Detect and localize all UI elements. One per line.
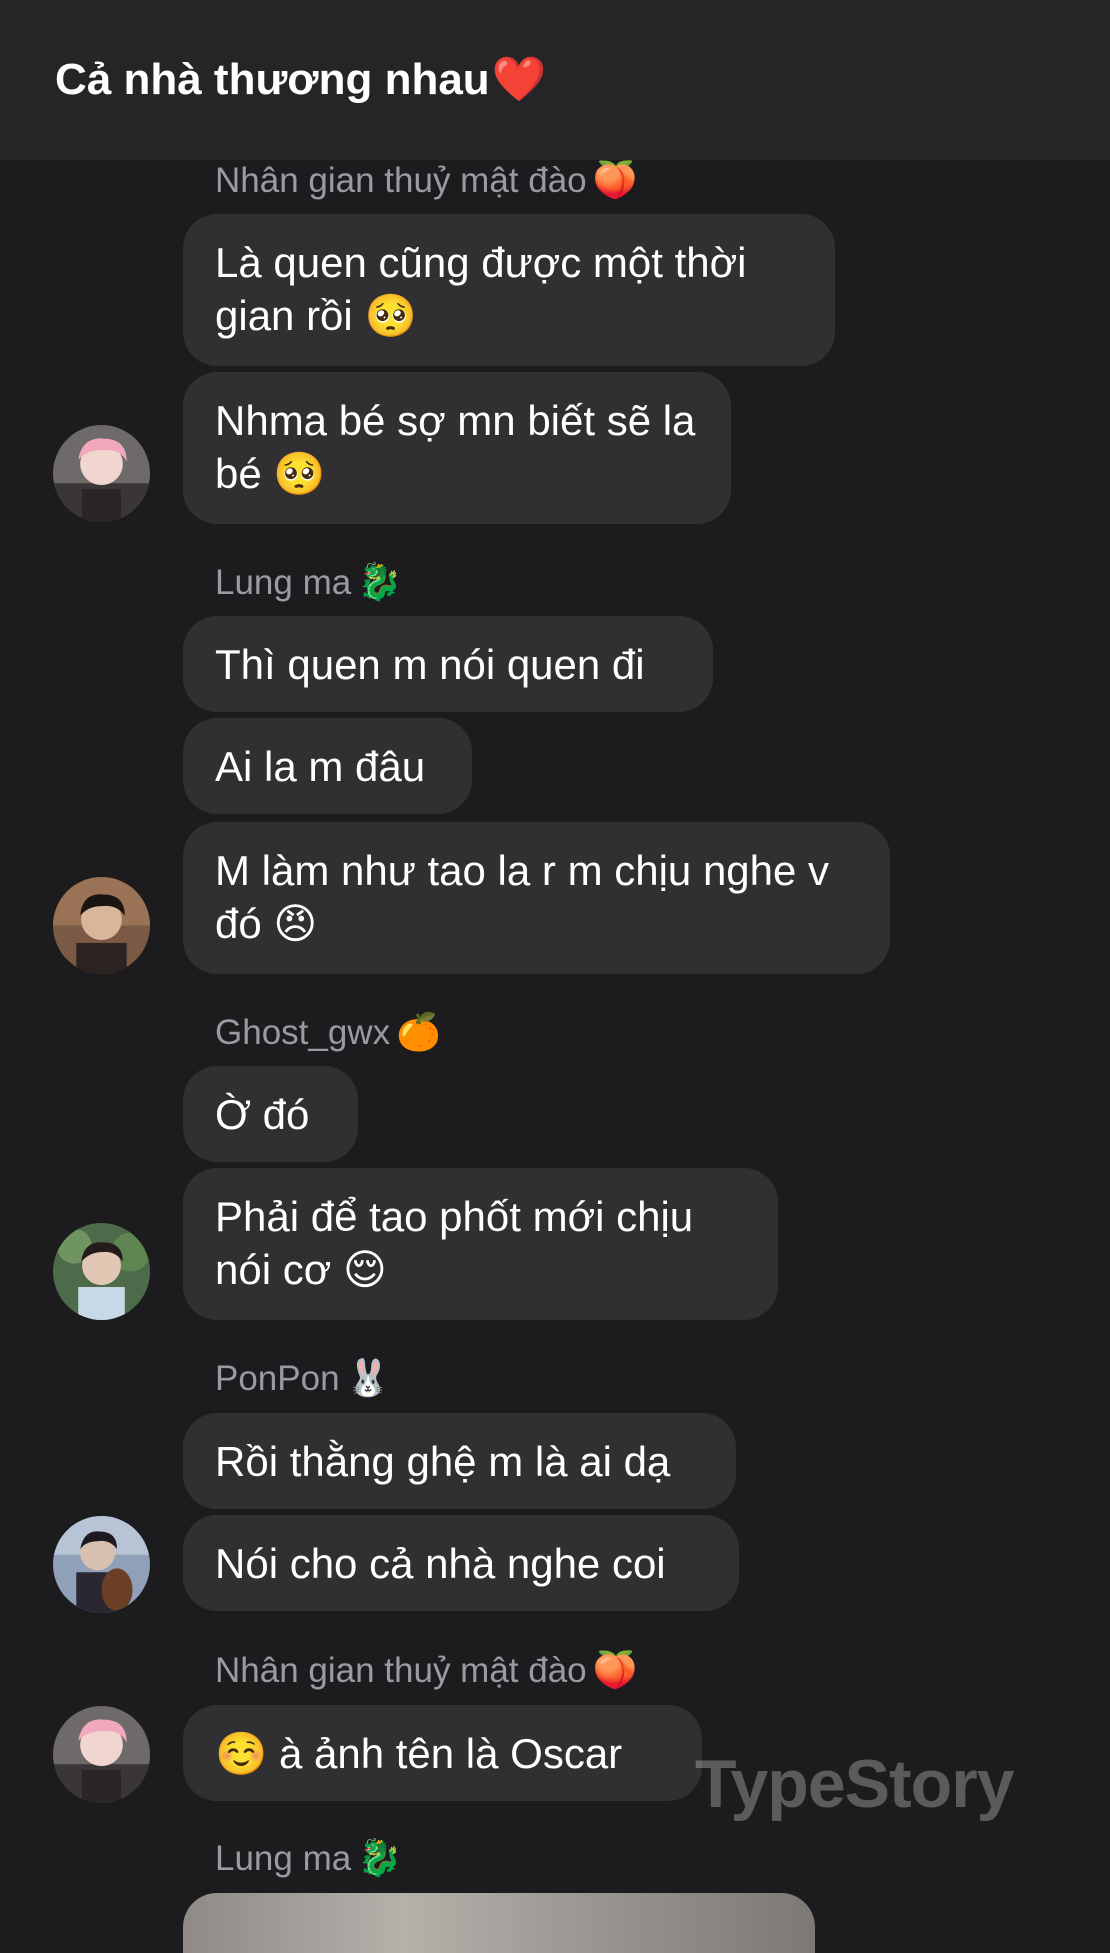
rabbit-icon: 🐰 bbox=[345, 1357, 391, 1398]
image-message[interactable] bbox=[183, 1893, 815, 1953]
relieved-face-icon: 😌 bbox=[342, 1246, 387, 1293]
avatar-pink-hair-icon bbox=[53, 425, 150, 522]
angry-face-icon: 😠 bbox=[273, 900, 318, 947]
message-bubble[interactable]: M làm như tao la r m chịu nghe v đó 😠 bbox=[183, 822, 890, 974]
heart-icon: ❤️ bbox=[491, 55, 547, 104]
sender-name: Nhân gian thuỷ mật đào 🍑 bbox=[215, 1649, 638, 1690]
avatar[interactable] bbox=[53, 1223, 150, 1320]
message-bubble[interactable]: Ờ đó bbox=[183, 1066, 358, 1162]
sender-name: PonPon 🐰 bbox=[215, 1357, 391, 1398]
peach-icon: 🍑 bbox=[592, 1649, 638, 1690]
avatar-pink-hair-icon bbox=[53, 1706, 150, 1803]
avatar[interactable] bbox=[53, 1516, 150, 1613]
watermark: TypeStory bbox=[695, 1746, 1014, 1822]
chat-title[interactable]: Cả nhà thương nhau❤️ bbox=[55, 50, 546, 110]
sender-name: Nhân gian thuỷ mật đào 🍑 bbox=[215, 159, 638, 200]
dragon-icon: 🐉 bbox=[357, 1837, 403, 1878]
message-bubble[interactable]: Ai la m đâu bbox=[183, 718, 472, 814]
peach-icon: 🍑 bbox=[592, 159, 638, 200]
avatar[interactable] bbox=[53, 1706, 150, 1803]
pleading-face-icon: 🥺 bbox=[273, 450, 326, 497]
sender-name: Lung ma 🐉 bbox=[215, 561, 403, 602]
dragon-icon: 🐉 bbox=[357, 561, 403, 602]
smiling-face-icon: ☺️ bbox=[215, 1730, 268, 1777]
chat-header: Cả nhà thương nhau❤️ bbox=[0, 0, 1110, 160]
sender-name: Lung ma 🐉 bbox=[215, 1837, 403, 1878]
avatar[interactable] bbox=[53, 425, 150, 522]
avatar-guitar-icon bbox=[53, 1516, 150, 1613]
sender-name: Ghost_gwx 🍊 bbox=[215, 1011, 441, 1052]
avatar-dark-hair-icon bbox=[53, 877, 150, 974]
tangerine-icon: 🍊 bbox=[396, 1011, 441, 1052]
message-bubble[interactable]: Nhma bé sợ mn biết sẽ la bé 🥺 bbox=[183, 372, 731, 524]
message-bubble[interactable]: ☺️ à ảnh tên là Oscar bbox=[183, 1705, 702, 1801]
message-bubble[interactable]: Nói cho cả nhà nghe coi bbox=[183, 1515, 739, 1611]
message-feed[interactable]: Nhân gian thuỷ mật đào 🍑 Là quen cũng đượ… bbox=[0, 0, 1110, 1953]
message-bubble[interactable]: Là quen cũng được một thời gian rồi 🥺 bbox=[183, 214, 835, 366]
message-bubble[interactable]: Thì quen m nói quen đi bbox=[183, 616, 713, 712]
pleading-face-icon: 🥺 bbox=[364, 292, 417, 339]
avatar[interactable] bbox=[53, 877, 150, 974]
message-bubble[interactable]: Phải để tao phốt mới chịu nói cơ 😌 bbox=[183, 1168, 778, 1320]
message-bubble[interactable]: Rồi thằng ghệ m là ai dạ bbox=[183, 1413, 736, 1509]
avatar-outdoor-icon bbox=[53, 1223, 150, 1320]
